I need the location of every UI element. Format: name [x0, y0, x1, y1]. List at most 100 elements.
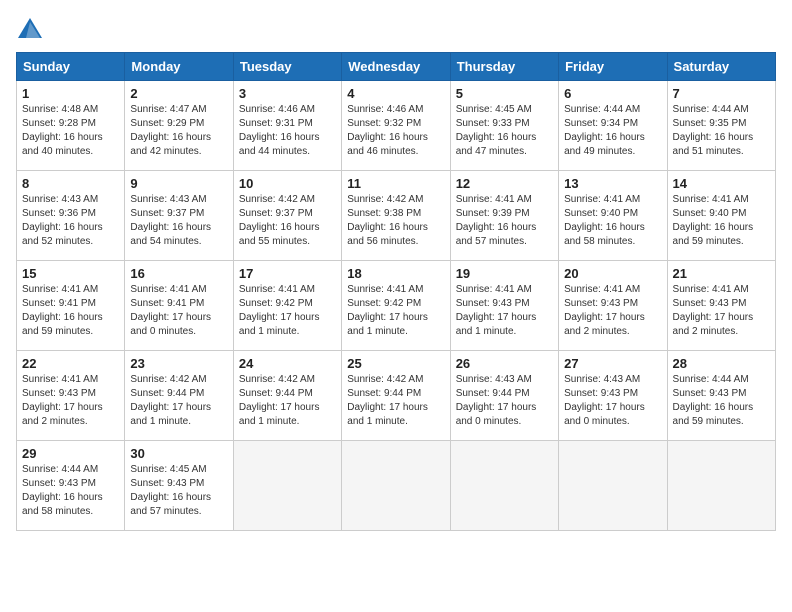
day-cell: 6Sunrise: 4:44 AM Sunset: 9:34 PM Daylig…: [559, 81, 667, 171]
header-cell-friday: Friday: [559, 53, 667, 81]
day-info: Sunrise: 4:47 AM Sunset: 9:29 PM Dayligh…: [130, 103, 227, 159]
day-cell: 21 Sunrise: 4:41 AM Sunset: 9:43 PM Dayli…: [667, 261, 775, 351]
day-cell: 11Sunrise: 4:42 AM Sunset: 9:38 PM Dayli…: [342, 171, 450, 261]
day-info: Sunrise: 4:41 AM Sunset: 9:43 PM Dayligh…: [564, 283, 661, 339]
day-info: Sunrise: 4:44 AM Sunset: 9:35 PM Dayligh…: [673, 103, 770, 159]
day-number: 19: [456, 266, 553, 281]
day-info: Sunrise: 4:41 AM Sunset: 9:43 PM Dayligh…: [456, 283, 553, 339]
day-cell: 26 Sunrise: 4:43 AM Sunset: 9:44 PM Dayli…: [450, 351, 558, 441]
logo: [16, 16, 48, 44]
day-number: 23: [130, 356, 227, 371]
day-cell: 13 Sunrise: 4:41 AM Sunset: 9:40 PM Dayli…: [559, 171, 667, 261]
day-number: 16: [130, 266, 227, 281]
week-row-4: 22 Sunrise: 4:41 AM Sunset: 9:43 PM Dayli…: [17, 351, 776, 441]
header-cell-saturday: Saturday: [667, 53, 775, 81]
day-number: 10: [239, 176, 336, 191]
day-number: 26: [456, 356, 553, 371]
day-cell: [667, 441, 775, 531]
day-number: 15: [22, 266, 119, 281]
day-info: Sunrise: 4:41 AM Sunset: 9:43 PM Dayligh…: [673, 283, 770, 339]
day-cell: 30Sunrise: 4:45 AM Sunset: 9:43 PM Dayli…: [125, 441, 233, 531]
day-info: Sunrise: 4:42 AM Sunset: 9:44 PM Dayligh…: [347, 373, 444, 429]
day-cell: 2 Sunrise: 4:47 AM Sunset: 9:29 PM Daylig…: [125, 81, 233, 171]
day-cell: 19 Sunrise: 4:41 AM Sunset: 9:43 PM Dayli…: [450, 261, 558, 351]
header-cell-wednesday: Wednesday: [342, 53, 450, 81]
day-info: Sunrise: 4:41 AM Sunset: 9:40 PM Dayligh…: [673, 193, 770, 249]
day-number: 2: [130, 86, 227, 101]
day-number: 29: [22, 446, 119, 461]
day-info: Sunrise: 4:46 AM Sunset: 9:31 PM Dayligh…: [239, 103, 336, 159]
header-row: SundayMondayTuesdayWednesdayThursdayFrid…: [17, 53, 776, 81]
day-number: 22: [22, 356, 119, 371]
day-number: 12: [456, 176, 553, 191]
day-number: 28: [673, 356, 770, 371]
day-number: 1: [22, 86, 119, 101]
day-number: 20: [564, 266, 661, 281]
day-info: Sunrise: 4:42 AM Sunset: 9:37 PM Dayligh…: [239, 193, 336, 249]
day-number: 3: [239, 86, 336, 101]
calendar-body: 1Sunrise: 4:48 AM Sunset: 9:28 PM Daylig…: [17, 81, 776, 531]
day-info: Sunrise: 4:41 AM Sunset: 9:41 PM Dayligh…: [22, 283, 119, 339]
day-cell: 15 Sunrise: 4:41 AM Sunset: 9:41 PM Dayli…: [17, 261, 125, 351]
day-cell: 9 Sunrise: 4:43 AM Sunset: 9:37 PM Daylig…: [125, 171, 233, 261]
day-info: Sunrise: 4:44 AM Sunset: 9:43 PM Dayligh…: [22, 463, 119, 519]
calendar-table: SundayMondayTuesdayWednesdayThursdayFrid…: [16, 52, 776, 531]
day-cell: [559, 441, 667, 531]
week-row-3: 15 Sunrise: 4:41 AM Sunset: 9:41 PM Dayli…: [17, 261, 776, 351]
day-number: 6: [564, 86, 661, 101]
day-info: Sunrise: 4:43 AM Sunset: 9:44 PM Dayligh…: [456, 373, 553, 429]
day-number: 18: [347, 266, 444, 281]
day-cell: 24 Sunrise: 4:42 AM Sunset: 9:44 PM Dayli…: [233, 351, 341, 441]
day-info: Sunrise: 4:42 AM Sunset: 9:44 PM Dayligh…: [239, 373, 336, 429]
page-header: [16, 16, 776, 44]
day-number: 24: [239, 356, 336, 371]
day-cell: 3 Sunrise: 4:46 AM Sunset: 9:31 PM Daylig…: [233, 81, 341, 171]
day-info: Sunrise: 4:41 AM Sunset: 9:42 PM Dayligh…: [347, 283, 444, 339]
header-cell-monday: Monday: [125, 53, 233, 81]
day-cell: 28 Sunrise: 4:44 AM Sunset: 9:43 PM Dayli…: [667, 351, 775, 441]
day-number: 21: [673, 266, 770, 281]
day-info: Sunrise: 4:41 AM Sunset: 9:41 PM Dayligh…: [130, 283, 227, 339]
day-info: Sunrise: 4:41 AM Sunset: 9:43 PM Dayligh…: [22, 373, 119, 429]
day-cell: 22 Sunrise: 4:41 AM Sunset: 9:43 PM Dayli…: [17, 351, 125, 441]
day-number: 25: [347, 356, 444, 371]
day-cell: 29 Sunrise: 4:44 AM Sunset: 9:43 PM Dayli…: [17, 441, 125, 531]
day-cell: 12 Sunrise: 4:41 AM Sunset: 9:39 PM Dayli…: [450, 171, 558, 261]
day-number: 27: [564, 356, 661, 371]
day-number: 9: [130, 176, 227, 191]
day-cell: 17 Sunrise: 4:41 AM Sunset: 9:42 PM Dayli…: [233, 261, 341, 351]
day-cell: 23 Sunrise: 4:42 AM Sunset: 9:44 PM Dayli…: [125, 351, 233, 441]
day-cell: 14Sunrise: 4:41 AM Sunset: 9:40 PM Dayli…: [667, 171, 775, 261]
week-row-1: 1Sunrise: 4:48 AM Sunset: 9:28 PM Daylig…: [17, 81, 776, 171]
day-cell: 27 Sunrise: 4:43 AM Sunset: 9:43 PM Dayli…: [559, 351, 667, 441]
day-info: Sunrise: 4:46 AM Sunset: 9:32 PM Dayligh…: [347, 103, 444, 159]
day-cell: 8Sunrise: 4:43 AM Sunset: 9:36 PM Daylig…: [17, 171, 125, 261]
day-cell: 18 Sunrise: 4:41 AM Sunset: 9:42 PM Dayli…: [342, 261, 450, 351]
day-cell: [450, 441, 558, 531]
day-info: Sunrise: 4:42 AM Sunset: 9:38 PM Dayligh…: [347, 193, 444, 249]
calendar-header: SundayMondayTuesdayWednesdayThursdayFrid…: [17, 53, 776, 81]
day-info: Sunrise: 4:43 AM Sunset: 9:37 PM Dayligh…: [130, 193, 227, 249]
day-cell: 16 Sunrise: 4:41 AM Sunset: 9:41 PM Dayli…: [125, 261, 233, 351]
day-cell: 7Sunrise: 4:44 AM Sunset: 9:35 PM Daylig…: [667, 81, 775, 171]
header-cell-tuesday: Tuesday: [233, 53, 341, 81]
week-row-2: 8Sunrise: 4:43 AM Sunset: 9:36 PM Daylig…: [17, 171, 776, 261]
day-cell: 1Sunrise: 4:48 AM Sunset: 9:28 PM Daylig…: [17, 81, 125, 171]
header-cell-sunday: Sunday: [17, 53, 125, 81]
day-number: 5: [456, 86, 553, 101]
day-cell: 5 Sunrise: 4:45 AM Sunset: 9:33 PM Daylig…: [450, 81, 558, 171]
day-info: Sunrise: 4:45 AM Sunset: 9:43 PM Dayligh…: [130, 463, 227, 519]
day-number: 13: [564, 176, 661, 191]
day-info: Sunrise: 4:42 AM Sunset: 9:44 PM Dayligh…: [130, 373, 227, 429]
day-cell: [233, 441, 341, 531]
day-cell: [342, 441, 450, 531]
header-cell-thursday: Thursday: [450, 53, 558, 81]
day-info: Sunrise: 4:41 AM Sunset: 9:42 PM Dayligh…: [239, 283, 336, 339]
day-info: Sunrise: 4:41 AM Sunset: 9:40 PM Dayligh…: [564, 193, 661, 249]
day-info: Sunrise: 4:45 AM Sunset: 9:33 PM Dayligh…: [456, 103, 553, 159]
day-info: Sunrise: 4:44 AM Sunset: 9:43 PM Dayligh…: [673, 373, 770, 429]
day-info: Sunrise: 4:41 AM Sunset: 9:39 PM Dayligh…: [456, 193, 553, 249]
day-info: Sunrise: 4:43 AM Sunset: 9:36 PM Dayligh…: [22, 193, 119, 249]
day-info: Sunrise: 4:43 AM Sunset: 9:43 PM Dayligh…: [564, 373, 661, 429]
day-number: 17: [239, 266, 336, 281]
